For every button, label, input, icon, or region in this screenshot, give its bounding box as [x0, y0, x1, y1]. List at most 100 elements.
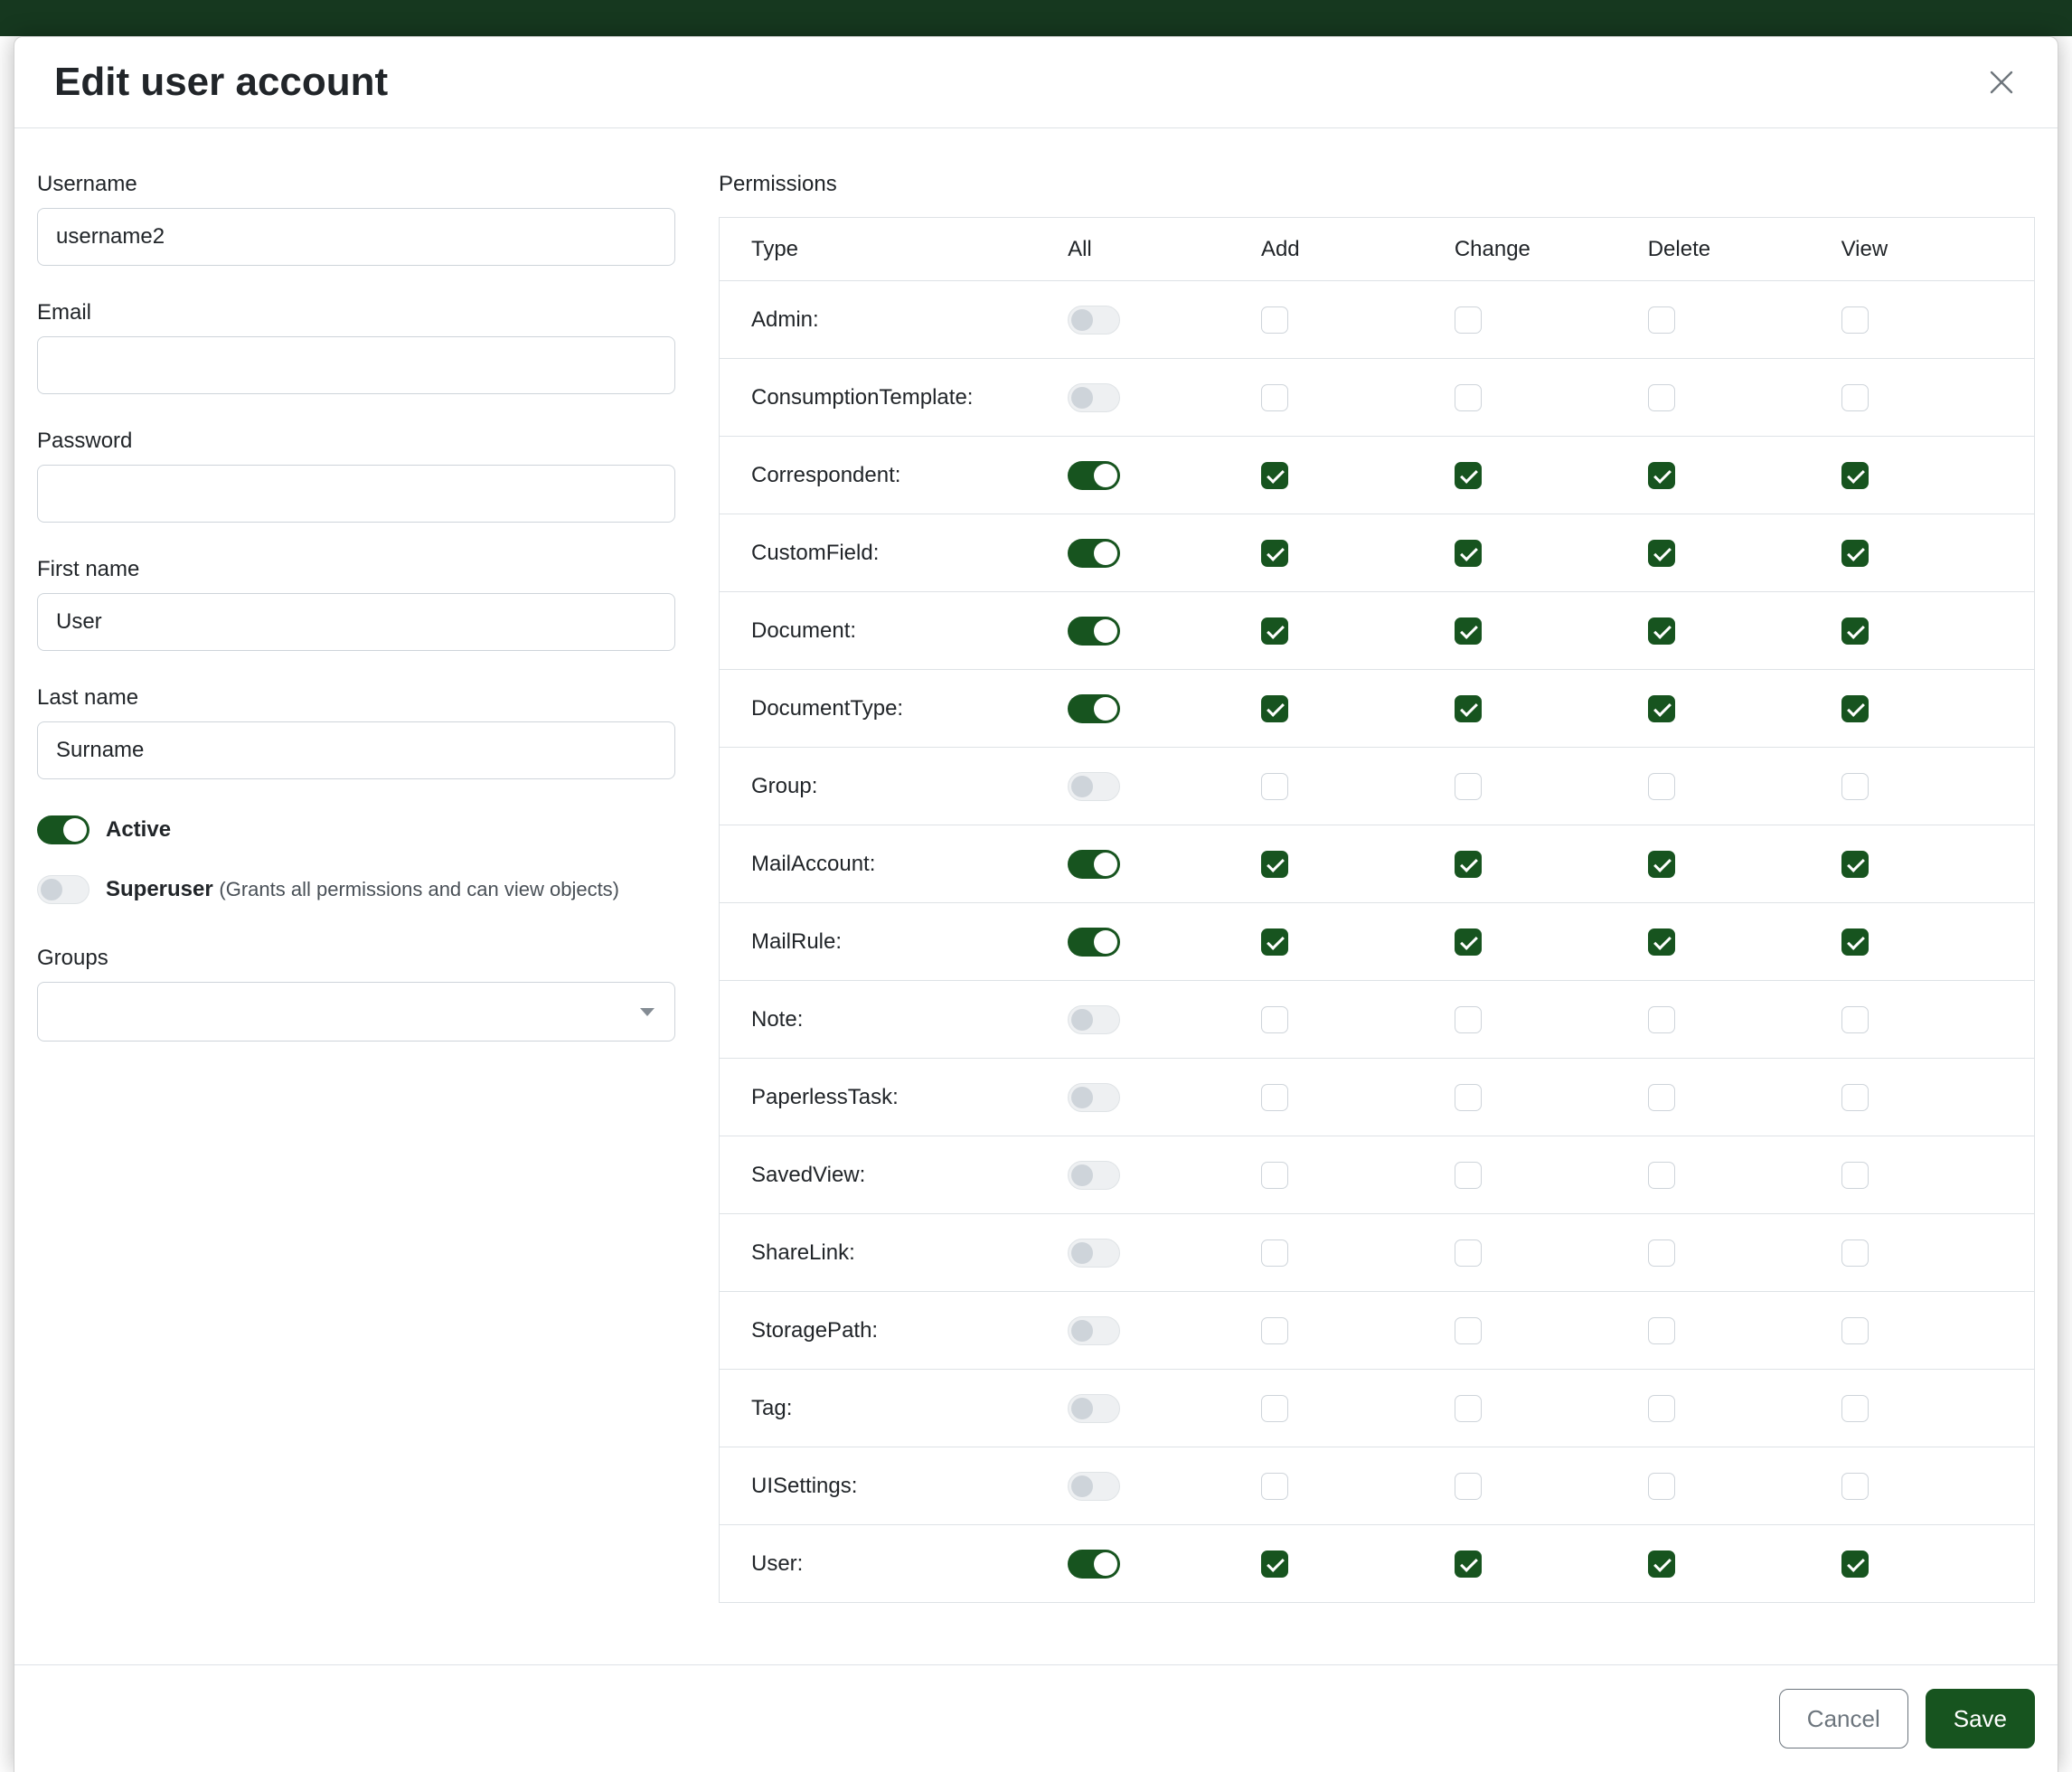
- permission-delete-checkbox[interactable]: [1648, 540, 1675, 567]
- permission-add-checkbox[interactable]: [1261, 851, 1288, 878]
- permission-add-checkbox[interactable]: [1261, 384, 1288, 411]
- permission-delete-checkbox[interactable]: [1648, 928, 1675, 956]
- groups-select[interactable]: [37, 982, 675, 1042]
- permission-change-checkbox[interactable]: [1455, 1084, 1482, 1111]
- permission-delete-checkbox[interactable]: [1648, 1239, 1675, 1267]
- permission-delete-checkbox[interactable]: [1648, 384, 1675, 411]
- permission-change-checkbox[interactable]: [1455, 462, 1482, 489]
- permission-view-checkbox[interactable]: [1841, 695, 1869, 722]
- cancel-button[interactable]: Cancel: [1779, 1689, 1908, 1748]
- active-toggle[interactable]: [37, 815, 89, 844]
- permission-change-checkbox[interactable]: [1455, 384, 1482, 411]
- permission-add-checkbox[interactable]: [1261, 1473, 1288, 1500]
- permission-all-toggle[interactable]: [1068, 1316, 1120, 1345]
- permission-add-checkbox[interactable]: [1261, 1162, 1288, 1189]
- permission-change-checkbox[interactable]: [1455, 695, 1482, 722]
- permission-change-checkbox[interactable]: [1455, 1006, 1482, 1033]
- permission-type: StoragePath:: [720, 1292, 1069, 1370]
- permission-view-checkbox[interactable]: [1841, 928, 1869, 956]
- permission-change-checkbox[interactable]: [1455, 617, 1482, 645]
- permission-all-toggle[interactable]: [1068, 617, 1120, 646]
- permission-view-checkbox[interactable]: [1841, 1006, 1869, 1033]
- permissions-header-row: Type All Add Change Delete View: [720, 218, 2035, 281]
- permission-change-checkbox[interactable]: [1455, 306, 1482, 334]
- permission-all-toggle[interactable]: [1068, 694, 1120, 723]
- save-button[interactable]: Save: [1926, 1689, 2035, 1748]
- last-name-field[interactable]: [37, 721, 675, 779]
- permission-delete-checkbox[interactable]: [1648, 617, 1675, 645]
- permission-view-checkbox[interactable]: [1841, 384, 1869, 411]
- permission-view-checkbox[interactable]: [1841, 851, 1869, 878]
- permission-add-checkbox[interactable]: [1261, 1084, 1288, 1111]
- permission-all-toggle[interactable]: [1068, 383, 1120, 412]
- permission-change-checkbox[interactable]: [1455, 773, 1482, 800]
- permission-change-checkbox[interactable]: [1455, 1395, 1482, 1422]
- permission-all-toggle[interactable]: [1068, 1472, 1120, 1501]
- permission-all-toggle[interactable]: [1068, 1239, 1120, 1268]
- permission-view-checkbox[interactable]: [1841, 540, 1869, 567]
- permission-add-checkbox[interactable]: [1261, 1317, 1288, 1344]
- permission-change-checkbox[interactable]: [1455, 1550, 1482, 1578]
- permission-add-checkbox[interactable]: [1261, 773, 1288, 800]
- permission-all-toggle[interactable]: [1068, 772, 1120, 801]
- permission-delete-checkbox[interactable]: [1648, 1395, 1675, 1422]
- superuser-toggle[interactable]: [37, 875, 89, 904]
- permission-all-toggle[interactable]: [1068, 1550, 1120, 1579]
- permission-add-checkbox[interactable]: [1261, 928, 1288, 956]
- permission-view-checkbox[interactable]: [1841, 1239, 1869, 1267]
- password-field[interactable]: [37, 465, 675, 523]
- permission-change-checkbox[interactable]: [1455, 1162, 1482, 1189]
- permission-view-checkbox[interactable]: [1841, 1317, 1869, 1344]
- permission-all-toggle[interactable]: [1068, 1083, 1120, 1112]
- permission-change-checkbox[interactable]: [1455, 1239, 1482, 1267]
- permission-view-checkbox[interactable]: [1841, 1162, 1869, 1189]
- permission-view-checkbox[interactable]: [1841, 462, 1869, 489]
- permission-add-checkbox[interactable]: [1261, 462, 1288, 489]
- permission-view-checkbox[interactable]: [1841, 306, 1869, 334]
- permission-all-toggle[interactable]: [1068, 850, 1120, 879]
- permission-add-checkbox[interactable]: [1261, 617, 1288, 645]
- username-input[interactable]: [37, 208, 675, 266]
- permission-delete-checkbox[interactable]: [1648, 1084, 1675, 1111]
- permission-view-checkbox[interactable]: [1841, 1550, 1869, 1578]
- permission-delete-checkbox[interactable]: [1648, 1006, 1675, 1033]
- close-button[interactable]: [1980, 61, 2023, 104]
- permission-delete-checkbox[interactable]: [1648, 1162, 1675, 1189]
- permission-view-checkbox[interactable]: [1841, 1084, 1869, 1111]
- permission-delete-checkbox[interactable]: [1648, 773, 1675, 800]
- permission-all-toggle[interactable]: [1068, 1161, 1120, 1190]
- permission-delete-checkbox[interactable]: [1648, 1473, 1675, 1500]
- permission-delete-checkbox[interactable]: [1648, 306, 1675, 334]
- permission-change-checkbox[interactable]: [1455, 928, 1482, 956]
- email-field[interactable]: [37, 336, 675, 394]
- permission-add-checkbox[interactable]: [1261, 306, 1288, 334]
- permission-change-checkbox[interactable]: [1455, 851, 1482, 878]
- groups-group: Groups: [37, 944, 675, 1042]
- permission-view-checkbox[interactable]: [1841, 1473, 1869, 1500]
- permission-view-checkbox[interactable]: [1841, 1395, 1869, 1422]
- permission-delete-checkbox[interactable]: [1648, 462, 1675, 489]
- permission-all-toggle[interactable]: [1068, 1394, 1120, 1423]
- permission-add-checkbox[interactable]: [1261, 540, 1288, 567]
- permission-all-toggle[interactable]: [1068, 461, 1120, 490]
- permission-add-checkbox[interactable]: [1261, 1395, 1288, 1422]
- permission-add-checkbox[interactable]: [1261, 1006, 1288, 1033]
- permission-add-checkbox[interactable]: [1261, 1239, 1288, 1267]
- permission-all-toggle[interactable]: [1068, 539, 1120, 568]
- permission-add-checkbox[interactable]: [1261, 1550, 1288, 1578]
- permission-delete-checkbox[interactable]: [1648, 1550, 1675, 1578]
- permission-delete-checkbox[interactable]: [1648, 1317, 1675, 1344]
- permission-all-toggle[interactable]: [1068, 1005, 1120, 1034]
- first-name-field[interactable]: [37, 593, 675, 651]
- permission-view-checkbox[interactable]: [1841, 773, 1869, 800]
- permission-all-toggle[interactable]: [1068, 306, 1120, 335]
- permission-change-checkbox[interactable]: [1455, 1473, 1482, 1500]
- permission-view-checkbox[interactable]: [1841, 617, 1869, 645]
- permission-add-checkbox[interactable]: [1261, 695, 1288, 722]
- permission-delete-checkbox[interactable]: [1648, 695, 1675, 722]
- permission-type: ShareLink:: [720, 1214, 1069, 1292]
- permission-all-toggle[interactable]: [1068, 928, 1120, 957]
- permission-change-checkbox[interactable]: [1455, 1317, 1482, 1344]
- permission-delete-checkbox[interactable]: [1648, 851, 1675, 878]
- permission-change-checkbox[interactable]: [1455, 540, 1482, 567]
